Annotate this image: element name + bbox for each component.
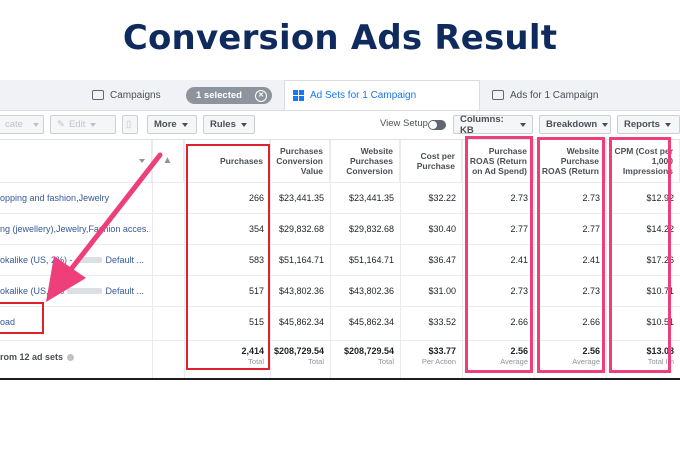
arrow-head-icon	[46, 256, 86, 302]
arrow-annotation	[46, 152, 163, 302]
arrow-shaft	[69, 152, 163, 271]
